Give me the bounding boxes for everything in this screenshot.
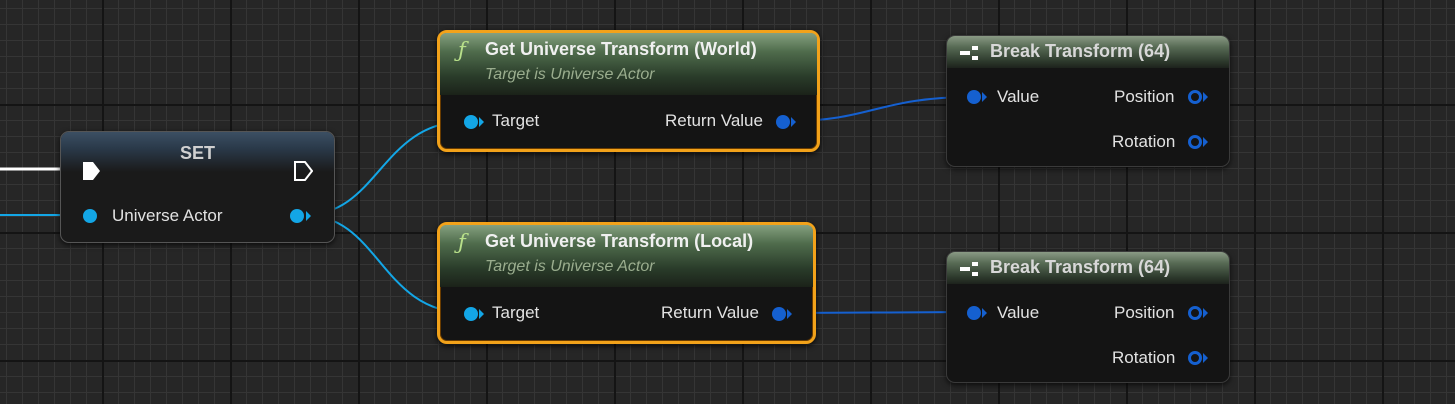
function-icon: ƒ bbox=[458, 38, 466, 62]
local-target-label: Target bbox=[492, 303, 540, 322]
world-node-header: ƒ Get Universe Transform (World) Target … bbox=[440, 33, 817, 95]
break-1-value-pin[interactable] bbox=[967, 90, 981, 104]
break-1-rotation-arrow bbox=[1203, 137, 1208, 147]
break-2-position-label: Position bbox=[1114, 303, 1175, 322]
break-1-value-label: Value bbox=[997, 87, 1040, 106]
get-universe-transform-local-node[interactable]: ƒ Get Universe Transform (Local) Target … bbox=[437, 222, 816, 344]
local-node-title: Get Universe Transform (Local) bbox=[485, 231, 754, 251]
set-node[interactable]: SET Universe Actor bbox=[60, 131, 335, 243]
local-return-arrow bbox=[787, 309, 792, 319]
break-1-rotation-pin[interactable] bbox=[1188, 135, 1202, 149]
universe-actor-output-pin[interactable] bbox=[290, 209, 304, 223]
world-target-pin[interactable] bbox=[464, 115, 478, 129]
break-transform-node-2[interactable]: Break Transform (64) Value Position Rota… bbox=[946, 251, 1230, 383]
world-return-arrow bbox=[791, 117, 796, 127]
break-struct-icon bbox=[960, 262, 978, 276]
output-arrow bbox=[306, 211, 311, 221]
get-universe-transform-world-node[interactable]: ƒ Get Universe Transform (World) Target … bbox=[437, 30, 820, 152]
exec-input-pin-icon[interactable] bbox=[81, 160, 101, 182]
break-2-position-pin[interactable] bbox=[1188, 306, 1202, 320]
break-2-value-label: Value bbox=[997, 303, 1040, 322]
break-1-rotation-label: Rotation bbox=[1112, 132, 1176, 151]
world-target-arrow bbox=[479, 117, 484, 127]
exec-output-pin-icon[interactable] bbox=[293, 160, 313, 182]
world-target-label: Target bbox=[492, 111, 540, 130]
break-2-header: Break Transform (64) bbox=[947, 252, 1229, 284]
break-1-position-label: Position bbox=[1114, 87, 1175, 106]
world-node-subtitle: Target is Universe Actor bbox=[485, 66, 655, 83]
break-2-rotation-pin[interactable] bbox=[1188, 351, 1202, 365]
break-2-rotation-label: Rotation bbox=[1112, 348, 1176, 367]
local-node-header: ƒ Get Universe Transform (Local) Target … bbox=[440, 225, 813, 287]
world-return-value-pin[interactable] bbox=[776, 115, 790, 129]
break-2-title: Break Transform (64) bbox=[990, 257, 1171, 277]
break-2-value-pin[interactable] bbox=[967, 306, 981, 320]
world-node-title: Get Universe Transform (World) bbox=[485, 39, 757, 59]
break-2-position-arrow bbox=[1203, 308, 1208, 318]
local-node-subtitle: Target is Universe Actor bbox=[485, 258, 655, 275]
local-target-arrow bbox=[479, 309, 484, 319]
break-2-rotation-arrow bbox=[1203, 353, 1208, 363]
function-icon: ƒ bbox=[458, 230, 466, 254]
break-transform-node-1[interactable]: Break Transform (64) Value Position Rota… bbox=[946, 35, 1230, 167]
local-return-value-label: Return Value bbox=[661, 303, 759, 322]
break-2-value-arrow bbox=[982, 308, 987, 318]
local-target-pin[interactable] bbox=[464, 307, 478, 321]
universe-actor-input-pin[interactable] bbox=[83, 209, 97, 223]
local-return-value-pin[interactable] bbox=[772, 307, 786, 321]
break-1-value-arrow bbox=[982, 92, 987, 102]
universe-actor-label: Universe Actor bbox=[112, 206, 223, 225]
world-return-value-label: Return Value bbox=[665, 111, 763, 130]
break-struct-icon bbox=[960, 46, 978, 60]
break-1-title: Break Transform (64) bbox=[990, 41, 1171, 61]
break-1-header: Break Transform (64) bbox=[947, 36, 1229, 68]
break-1-position-pin[interactable] bbox=[1188, 90, 1202, 104]
break-1-position-arrow bbox=[1203, 92, 1208, 102]
